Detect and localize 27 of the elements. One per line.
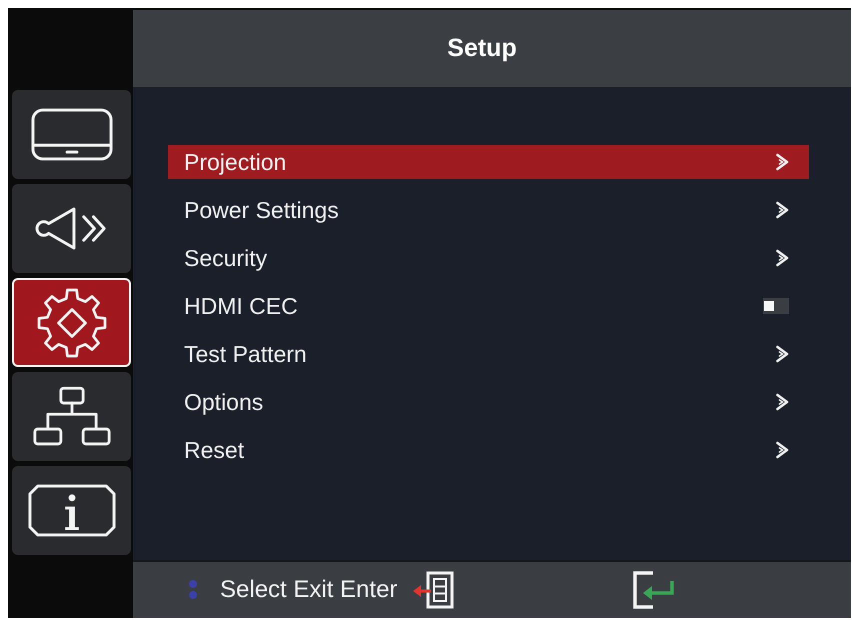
footer-hint: Select Exit Enter	[220, 576, 398, 604]
sidebar-tab[interactable]	[12, 372, 131, 461]
chevron-icon	[775, 249, 789, 267]
settings-icon	[36, 286, 108, 358]
menu-item[interactable]: Options	[168, 385, 809, 419]
chevron-icon	[775, 345, 789, 363]
sidebar-tab[interactable]	[12, 90, 131, 179]
monitor-icon	[30, 108, 112, 161]
menu-item[interactable]: Power Settings	[168, 193, 809, 227]
info-icon	[28, 484, 116, 537]
chevron-icon	[775, 153, 789, 171]
window-title: Setup	[447, 34, 517, 63]
toggle-switch[interactable]	[763, 298, 789, 314]
sidebar-tab[interactable]	[12, 184, 131, 273]
menu-item[interactable]: Security	[168, 241, 809, 275]
dots-icon	[188, 578, 198, 602]
exit-icon	[411, 571, 456, 609]
sidebar-tab[interactable]	[12, 278, 131, 367]
menu-item[interactable]: Test Pattern	[168, 337, 809, 371]
sidebar-tab[interactable]	[12, 466, 131, 555]
chevron-icon	[775, 393, 789, 411]
menu-item[interactable]: Projection	[168, 145, 809, 179]
network-icon	[32, 386, 110, 448]
menu-item[interactable]: HDMI CEC	[168, 289, 809, 323]
chevron-icon	[775, 441, 789, 459]
chevron-icon	[775, 201, 789, 219]
menu-item[interactable]: Reset	[168, 433, 809, 467]
